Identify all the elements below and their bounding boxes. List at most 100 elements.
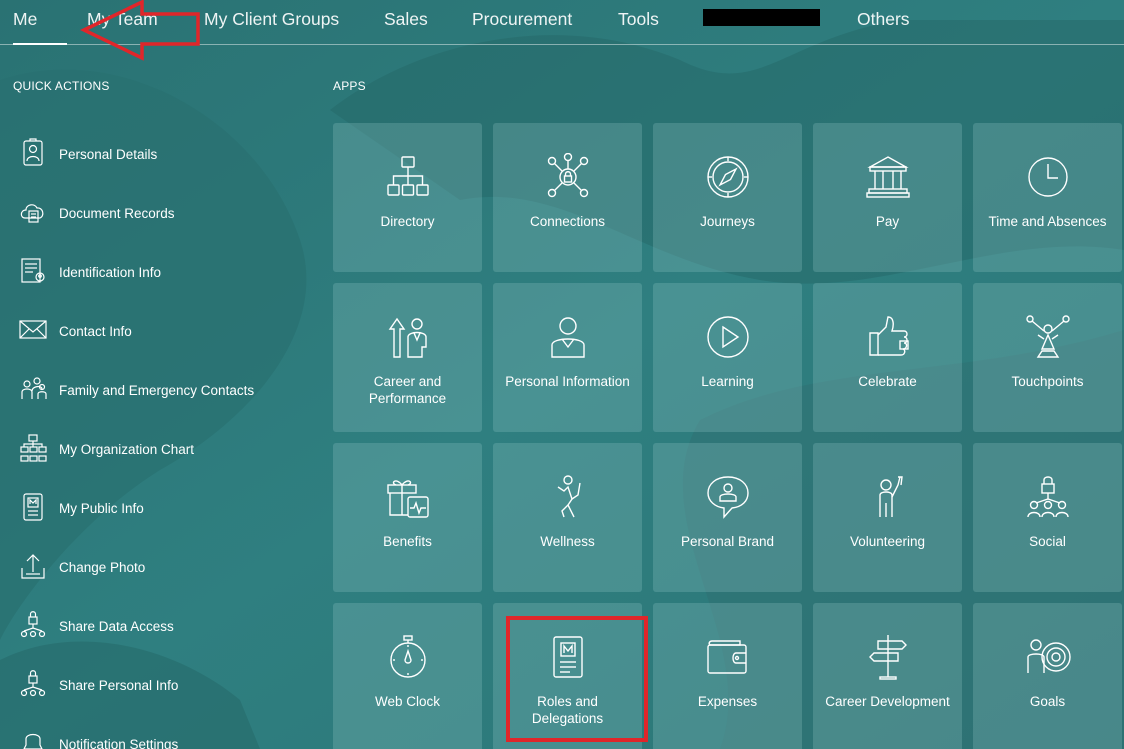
clock-icon	[1024, 153, 1072, 201]
family-icon	[18, 373, 48, 405]
app-tile-expenses[interactable]: Expenses	[653, 603, 802, 749]
app-tile-roles-and-delegations[interactable]: Roles and Delegations	[493, 603, 642, 749]
app-tile-social[interactable]: Social	[973, 443, 1122, 592]
network-lock-icon	[544, 153, 592, 201]
app-tile-label: Directory	[380, 214, 435, 229]
app-tile-label: Volunteering	[849, 534, 926, 549]
quick-action-family-contacts[interactable]: Family and Emergency Contacts	[18, 373, 318, 413]
speech-person-icon	[704, 473, 752, 521]
app-tile-journeys[interactable]: Journeys	[653, 123, 802, 272]
app-tile-directory[interactable]: Directory	[333, 123, 482, 272]
apps-heading: APPS	[333, 79, 366, 93]
app-tile-label: Pay	[875, 214, 900, 229]
nav-tab-label: My Team	[87, 9, 158, 29]
nav-tab-my-team[interactable]: My Team	[87, 7, 158, 45]
nav-tab-me[interactable]: Me	[13, 7, 67, 45]
app-tile-career-development[interactable]: Career Development	[813, 603, 962, 749]
upload-icon	[18, 550, 48, 582]
social-lock-icon	[1024, 473, 1072, 521]
app-tile-goals[interactable]: Goals	[973, 603, 1122, 749]
quick-action-label: Personal Details	[59, 147, 158, 162]
compass-icon	[704, 153, 752, 201]
quick-action-personal-details[interactable]: Personal Details	[18, 137, 318, 177]
quick-actions-heading: QUICK ACTIONS	[13, 79, 110, 93]
app-tile-label: Career and Performance	[368, 374, 447, 406]
app-tile-label: Roles and Delegations	[531, 694, 604, 726]
quick-action-label: Identification Info	[59, 265, 162, 280]
share-lock-icon	[18, 668, 48, 700]
app-tile-label: Journeys	[700, 214, 755, 229]
quick-action-label: My Public Info	[59, 501, 144, 516]
quick-action-label: Contact Info	[59, 324, 132, 339]
app-tile-label: Career Development	[825, 694, 950, 709]
person-card-icon	[18, 137, 48, 169]
quick-action-share-personal-info[interactable]: Share Personal Info	[18, 668, 318, 708]
touchpoints-icon	[1024, 313, 1072, 361]
nav-tab-label: Others	[857, 9, 910, 29]
redacted-nav-tab	[703, 9, 820, 26]
app-tile-time-and-absences[interactable]: Time and Absences	[973, 123, 1122, 272]
quick-action-public-info[interactable]: My Public Info	[18, 491, 318, 531]
quick-action-identification-info[interactable]: Identification Info	[18, 255, 318, 295]
app-tile-career-and-performance[interactable]: Career and Performance	[333, 283, 482, 432]
quick-action-share-data-access[interactable]: Share Data Access	[18, 609, 318, 649]
wellness-figure-icon	[544, 473, 592, 521]
app-tile-web-clock[interactable]: Web Clock	[333, 603, 482, 749]
quick-action-label: Share Data Access	[59, 619, 174, 634]
wallet-icon	[704, 633, 752, 681]
app-tile-label: Goals	[1029, 694, 1066, 709]
thumbs-up-icon	[864, 313, 912, 361]
app-tile-volunteering[interactable]: Volunteering	[813, 443, 962, 592]
id-document-icon	[18, 255, 48, 287]
app-tile-wellness[interactable]: Wellness	[493, 443, 642, 592]
app-tile-label: Learning	[701, 374, 754, 389]
app-tile-label: Personal Information	[505, 374, 630, 389]
app-tile-learning[interactable]: Learning	[653, 283, 802, 432]
target-person-icon	[1024, 633, 1072, 681]
quick-action-change-photo[interactable]: Change Photo	[18, 550, 318, 590]
nav-tab-sales[interactable]: Sales	[384, 7, 428, 45]
app-tile-label: Time and Absences	[988, 214, 1107, 229]
app-tile-personal-brand[interactable]: Personal Brand	[653, 443, 802, 592]
raised-hand-icon	[864, 473, 912, 521]
career-arrow-icon	[384, 313, 432, 361]
signpost-icon	[864, 633, 912, 681]
quick-action-label: Change Photo	[59, 560, 146, 575]
quick-action-org-chart[interactable]: My Organization Chart	[18, 432, 318, 472]
quick-action-notification-settings[interactable]: Notification Settings	[18, 727, 318, 749]
app-tile-label: Celebrate	[858, 374, 917, 389]
app-tile-touchpoints[interactable]: Touchpoints	[973, 283, 1122, 432]
quick-action-label: Document Records	[59, 206, 175, 221]
app-tile-label: Web Clock	[374, 694, 441, 709]
org-chart-icon	[18, 432, 48, 464]
app-tile-label: Personal Brand	[680, 534, 775, 549]
app-tile-pay[interactable]: Pay	[813, 123, 962, 272]
gift-health-icon	[384, 473, 432, 521]
quick-action-document-records[interactable]: Document Records	[18, 196, 318, 236]
quick-action-label: Notification Settings	[59, 737, 179, 749]
app-tile-personal-information[interactable]: Personal Information	[493, 283, 642, 432]
app-tile-benefits[interactable]: Benefits	[333, 443, 482, 592]
person-icon	[544, 313, 592, 361]
nav-tab-procurement[interactable]: Procurement	[472, 7, 572, 45]
nav-tab-label: Tools	[618, 9, 659, 29]
nav-tab-label: Procurement	[472, 9, 573, 29]
app-tile-label: Expenses	[697, 694, 758, 709]
app-tile-label: Touchpoints	[1011, 374, 1084, 389]
badge-icon	[18, 491, 48, 523]
badge-card-icon	[544, 633, 592, 681]
app-tile-connections[interactable]: Connections	[493, 123, 642, 272]
app-tile-label: Benefits	[383, 534, 432, 549]
nav-tab-my-client-groups[interactable]: My Client Groups	[204, 7, 339, 45]
bank-icon	[864, 153, 912, 201]
stopwatch-icon	[384, 633, 432, 681]
cloud-document-icon	[18, 196, 48, 228]
quick-action-contact-info[interactable]: Contact Info	[18, 314, 318, 354]
share-lock-icon	[18, 609, 48, 641]
top-navigation: Me My Team My Client Groups Sales Procur…	[0, 0, 1124, 46]
nav-tab-others[interactable]: Others	[857, 7, 910, 45]
app-tile-celebrate[interactable]: Celebrate	[813, 283, 962, 432]
play-circle-icon	[704, 313, 752, 361]
nav-tab-tools[interactable]: Tools	[618, 7, 659, 45]
envelope-icon	[18, 314, 48, 346]
